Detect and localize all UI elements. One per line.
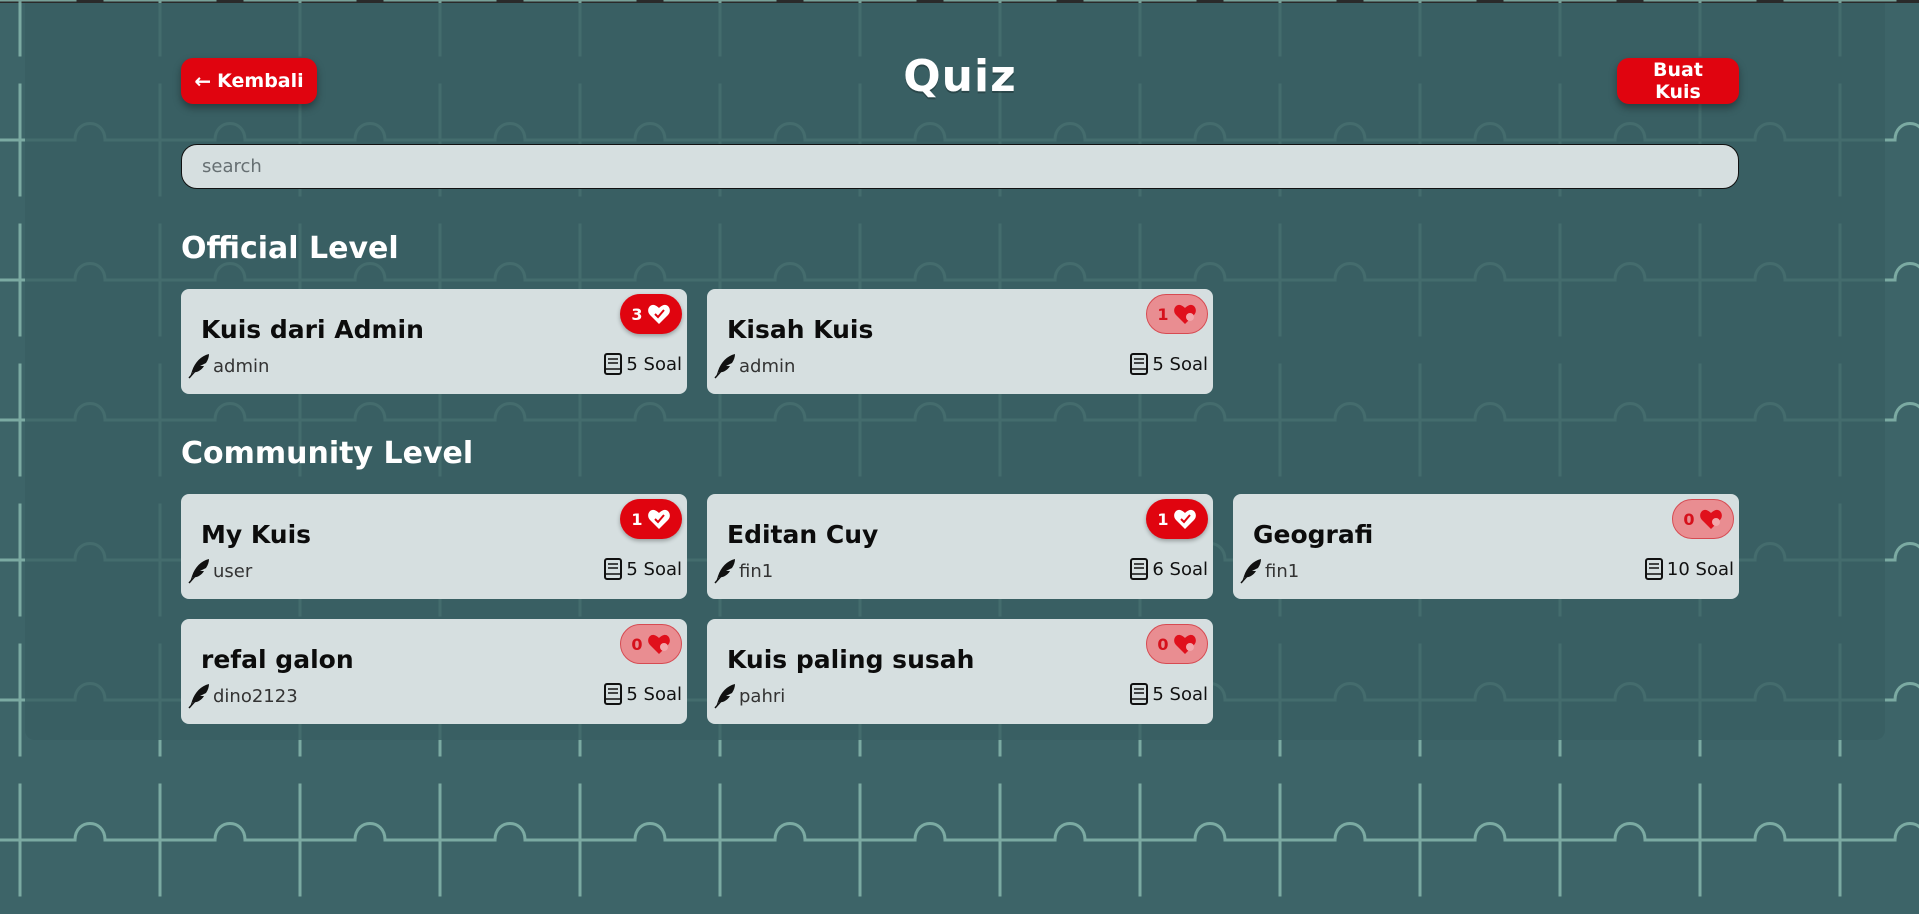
- quiz-author-name: pahri: [739, 685, 786, 707]
- quiz-card[interactable]: Editan Cuy 1 fin1 6 Soal: [707, 494, 1213, 599]
- quiz-author-name: admin: [213, 355, 270, 377]
- quiz-author-name: user: [213, 560, 253, 582]
- quiz-author: dino2123: [187, 683, 298, 709]
- quiz-author: admin: [713, 353, 795, 379]
- question-count-label: 10 Soal: [1666, 558, 1734, 580]
- section-title-community: Community Level: [181, 436, 474, 471]
- quill-icon: [188, 354, 209, 379]
- book-icon: [604, 683, 623, 705]
- quiz-card[interactable]: Kuis paling susah 0 pahri 5 Soal: [707, 619, 1213, 724]
- question-count: 5 Soal: [1129, 683, 1208, 705]
- header: ← Kembali Quiz Buat Kuis: [181, 3, 1739, 143]
- like-button[interactable]: 0: [1146, 624, 1208, 664]
- like-count: 3: [631, 304, 643, 324]
- quill-icon: [714, 354, 735, 379]
- quiz-card-title: Kuis dari Admin: [201, 315, 424, 344]
- question-count: 5 Soal: [603, 558, 682, 580]
- question-count-label: 5 Soal: [626, 353, 682, 375]
- heart-check-icon: [647, 509, 670, 529]
- question-count: 10 Soal: [1644, 558, 1734, 580]
- quiz-author-name: fin1: [739, 560, 774, 582]
- question-count: 5 Soal: [1129, 353, 1208, 375]
- like-count: 0: [1157, 634, 1169, 654]
- create-quiz-button[interactable]: Buat Kuis: [1617, 58, 1739, 104]
- like-count: 0: [1683, 509, 1695, 529]
- quiz-card-title: My Kuis: [201, 520, 312, 549]
- like-button[interactable]: 1: [1146, 294, 1208, 334]
- quiz-author: admin: [187, 353, 269, 379]
- book-icon: [1644, 558, 1663, 580]
- section-title-official: Official Level: [181, 231, 399, 266]
- question-count: 6 Soal: [1129, 558, 1208, 580]
- book-icon: [604, 558, 623, 580]
- quiz-author: fin1: [1239, 558, 1299, 584]
- like-button[interactable]: 1: [620, 499, 682, 539]
- heart-icon: [1173, 634, 1196, 654]
- quiz-card[interactable]: My Kuis 1 user 5 Soal: [181, 494, 687, 599]
- quill-icon: [188, 559, 209, 584]
- like-button[interactable]: 1: [1146, 499, 1208, 539]
- quiz-card[interactable]: refal galon 0 dino2123 5 Soal: [181, 619, 687, 724]
- heart-icon: [1699, 509, 1722, 529]
- book-icon: [1130, 558, 1149, 580]
- quill-icon: [714, 684, 735, 709]
- like-count: 0: [631, 634, 643, 654]
- quill-icon: [188, 684, 209, 709]
- like-button[interactable]: 0: [620, 624, 682, 664]
- quiz-author-name: fin1: [1265, 560, 1300, 582]
- heart-check-icon: [647, 304, 670, 324]
- quiz-card-title: Kuis paling susah: [727, 645, 975, 674]
- quiz-author: fin1: [713, 558, 773, 584]
- question-count: 5 Soal: [603, 683, 682, 705]
- like-button[interactable]: 0: [1672, 499, 1734, 539]
- quiz-author-name: admin: [739, 355, 796, 377]
- like-count: 1: [1157, 509, 1169, 529]
- quiz-card-title: Editan Cuy: [727, 520, 879, 549]
- search-input[interactable]: [181, 144, 1739, 189]
- quiz-card[interactable]: Kuis dari Admin 3 admin 5 Soal: [181, 289, 687, 394]
- quill-icon: [1240, 559, 1261, 584]
- book-icon: [1130, 683, 1149, 705]
- quiz-card[interactable]: Kisah Kuis 1 admin 5 Soal: [707, 289, 1213, 394]
- quill-icon: [714, 559, 735, 584]
- heart-icon: [1173, 304, 1196, 324]
- heart-check-icon: [1173, 509, 1196, 529]
- question-count-label: 5 Soal: [626, 683, 682, 705]
- page-title: Quiz: [903, 51, 1017, 102]
- book-icon: [1130, 353, 1149, 375]
- question-count-label: 6 Soal: [1152, 558, 1208, 580]
- quiz-author: pahri: [713, 683, 785, 709]
- quiz-author: user: [187, 558, 252, 584]
- quiz-card-title: Geografi: [1253, 520, 1374, 549]
- heart-icon: [647, 634, 670, 654]
- like-count: 1: [631, 509, 643, 529]
- main-container: ← Kembali Quiz Buat Kuis Official Level …: [181, 3, 1739, 724]
- quiz-author-name: dino2123: [213, 685, 298, 707]
- question-count-label: 5 Soal: [626, 558, 682, 580]
- quiz-card-title: Kisah Kuis: [727, 315, 874, 344]
- search-bar: [181, 144, 1739, 189]
- question-count-label: 5 Soal: [1152, 683, 1208, 705]
- book-icon: [604, 353, 623, 375]
- question-count-label: 5 Soal: [1152, 353, 1208, 375]
- question-count: 5 Soal: [603, 353, 682, 375]
- like-count: 1: [1157, 304, 1169, 324]
- quiz-card[interactable]: Geografi 0 fin1 10 Soal: [1233, 494, 1739, 599]
- quiz-card-title: refal galon: [201, 645, 354, 674]
- like-button[interactable]: 3: [620, 294, 682, 334]
